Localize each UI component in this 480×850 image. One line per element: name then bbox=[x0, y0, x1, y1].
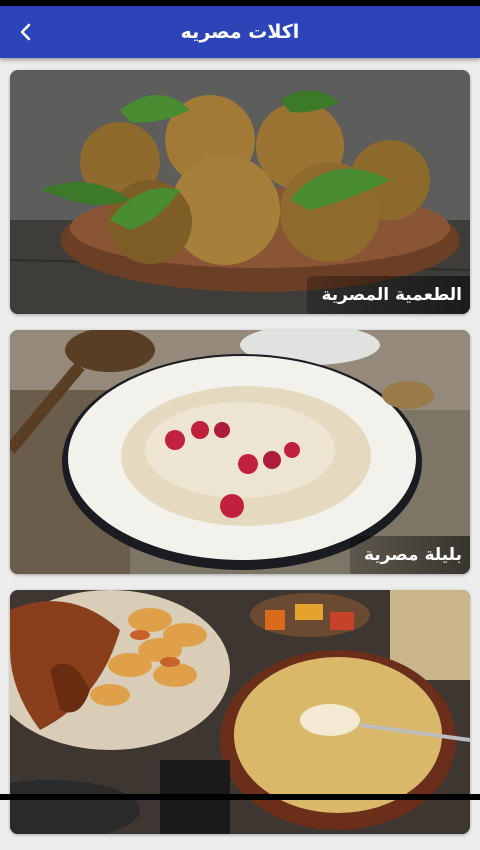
food-card-title: بليلة مصرية bbox=[350, 536, 470, 574]
navigation-bar bbox=[0, 794, 480, 800]
food-list: الطعمية المصرية بليلة مصرية bbox=[10, 70, 470, 850]
food-card-title: الطعمية المصرية bbox=[307, 276, 470, 314]
app-bar: اكلات مصريه bbox=[0, 6, 480, 58]
food-card-belila[interactable]: بليلة مصرية bbox=[10, 330, 470, 574]
page-title: اكلات مصريه bbox=[180, 21, 300, 43]
food-card-falafel[interactable]: الطعمية المصرية bbox=[10, 70, 470, 314]
